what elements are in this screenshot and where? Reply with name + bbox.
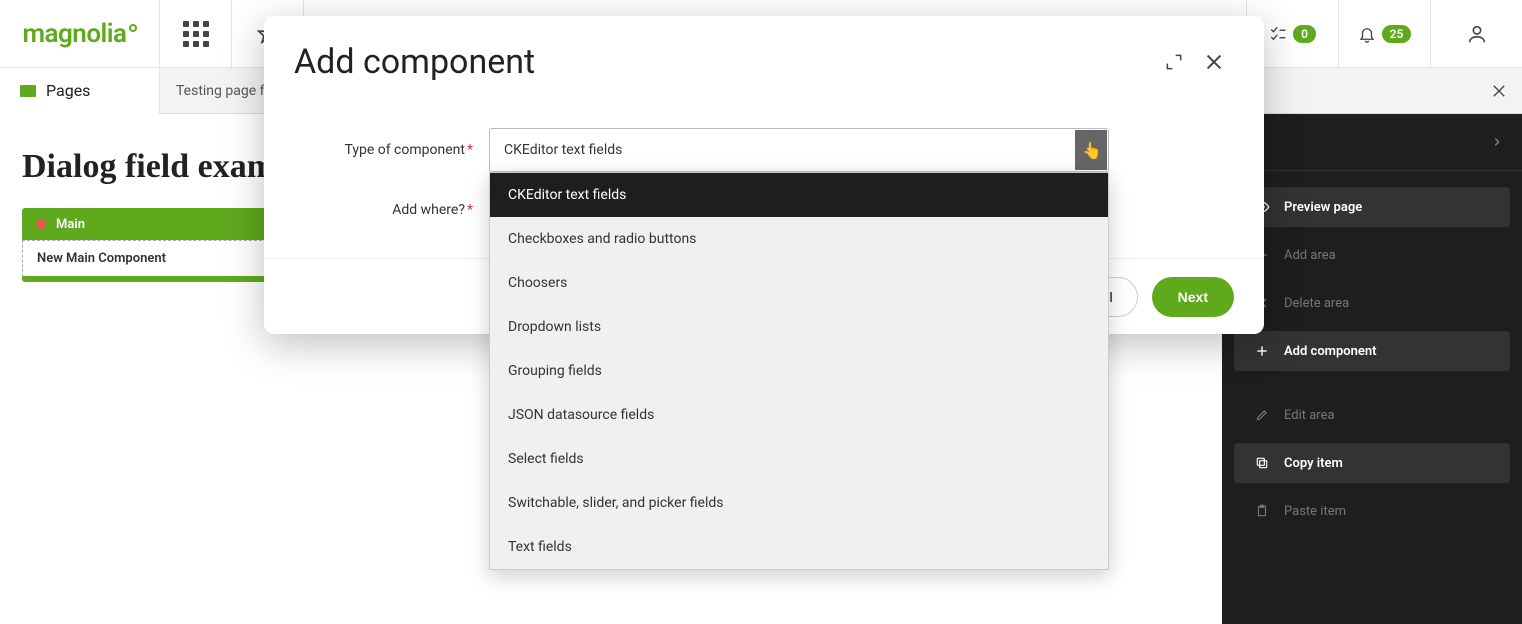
next-button[interactable]: Next (1152, 277, 1234, 317)
where-label: Add where?* (294, 202, 489, 218)
action-label: Add area (1284, 248, 1336, 263)
dropdown-option[interactable]: Switchable, slider, and picker fields (490, 481, 1108, 525)
action-label: Add component (1284, 344, 1377, 359)
action-add-component[interactable]: Add component (1234, 331, 1510, 371)
pages-icon (20, 85, 36, 97)
action-preview-page[interactable]: Preview page (1234, 187, 1510, 227)
dropdown-option[interactable]: Grouping fields (490, 349, 1108, 393)
expand-dialog-button[interactable] (1154, 42, 1194, 82)
user-menu-button[interactable] (1430, 0, 1522, 68)
close-dialog-button[interactable] (1194, 42, 1234, 82)
bell-icon (1358, 25, 1376, 43)
dropdown-option[interactable]: Choosers (490, 261, 1108, 305)
dropdown-option[interactable]: Text fields (490, 525, 1108, 569)
action-label: Copy item (1284, 456, 1343, 471)
type-label: Type of component* (294, 142, 489, 158)
component-type-select[interactable]: CKEditor text fields 👆 (489, 128, 1109, 172)
dropdown-option[interactable]: CKEditor text fields (490, 173, 1108, 217)
action-label: Delete area (1284, 296, 1349, 311)
dropdown-option[interactable]: Select fields (490, 437, 1108, 481)
action-add-area: Add area (1234, 235, 1510, 275)
action-panel-header[interactable]: ea (1222, 114, 1522, 170)
action-label: Preview page (1284, 200, 1362, 215)
area-header-main[interactable]: Main (22, 208, 282, 240)
app-launcher-button[interactable] (160, 0, 232, 68)
breadcrumb-trail: Testing page for (160, 83, 277, 99)
breadcrumb-root-label: Pages (46, 81, 90, 100)
area-status-icon (36, 219, 46, 229)
tasks-badge: 0 (1293, 25, 1316, 43)
close-icon (1490, 82, 1508, 100)
component-type-dropdown: CKEditor text fieldsCheckboxes and radio… (489, 172, 1109, 570)
action-paste-item: Paste item (1234, 491, 1510, 531)
action-label: Paste item (1284, 504, 1346, 519)
grid-icon (183, 21, 209, 47)
plus-icon (1254, 344, 1270, 358)
paste-icon (1254, 504, 1270, 518)
dropdown-option[interactable]: Checkboxes and radio buttons (490, 217, 1108, 261)
action-panel: ea Preview page Add area Delete area Add co… (1222, 114, 1522, 624)
action-label: Edit area (1284, 408, 1335, 423)
action-copy-item[interactable]: Copy item (1234, 443, 1510, 483)
close-tab-button[interactable] (1476, 68, 1522, 114)
action-edit-area: Edit area (1234, 395, 1510, 435)
chevron-right-icon (1492, 134, 1502, 150)
dialog-title: Add component (294, 42, 1154, 82)
add-component-dialog: Add component Type of component* CKEdito… (264, 16, 1264, 334)
logo[interactable]: magnolia (0, 0, 160, 68)
dropdown-option[interactable]: Dropdown lists (490, 305, 1108, 349)
close-icon (1203, 51, 1225, 73)
dropdown-option[interactable]: JSON datasource fields (490, 393, 1108, 437)
pencil-icon (1254, 408, 1270, 422)
action-delete-area: Delete area (1234, 283, 1510, 323)
area-label: Main (56, 217, 85, 232)
notifications-button[interactable]: 25 (1338, 0, 1430, 68)
cursor-icon: 👆 (1082, 141, 1102, 160)
checklist-icon (1269, 25, 1287, 43)
new-component-slot[interactable]: New Main Component (22, 240, 282, 277)
area-footer (22, 276, 282, 282)
copy-icon (1254, 456, 1270, 470)
breadcrumb-root[interactable]: Pages (0, 68, 160, 114)
user-icon (1466, 23, 1488, 45)
notif-badge: 25 (1382, 25, 1412, 43)
expand-icon (1164, 52, 1184, 72)
